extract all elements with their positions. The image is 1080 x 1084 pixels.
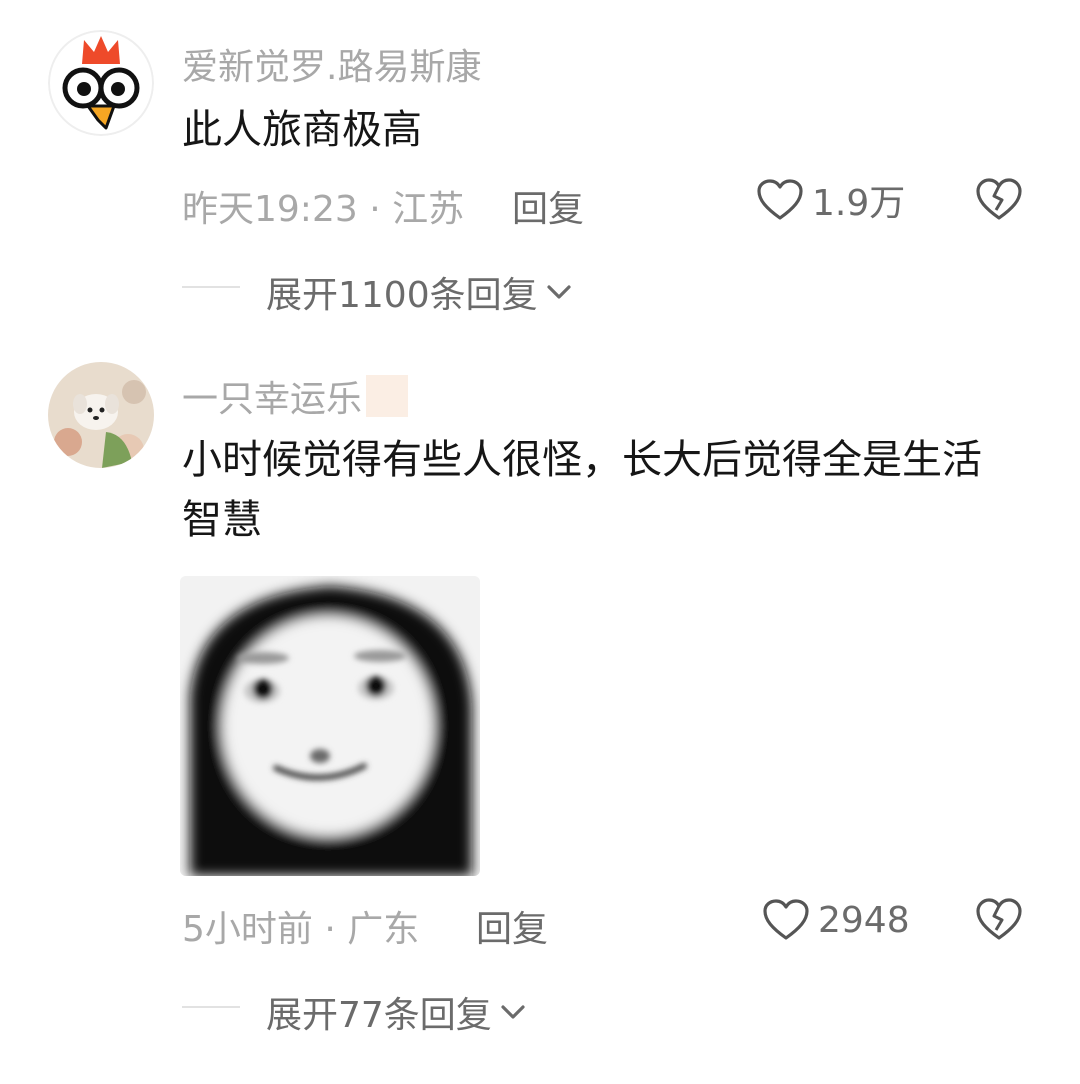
user-avatar[interactable] [48, 362, 154, 468]
timestamp-location: 5小时前 · 广东 [182, 909, 420, 950]
reply-button[interactable]: 回复 [512, 180, 584, 232]
broken-heart-icon[interactable] [976, 896, 1022, 942]
username-emoji-badge [366, 375, 409, 417]
divider-line [182, 286, 240, 288]
like-button[interactable]: 1.9万 [756, 174, 905, 226]
comment-text: 此人旅商极高 [182, 107, 422, 153]
chevron-down-icon [547, 285, 571, 299]
user-avatar[interactable] [48, 30, 154, 136]
like-count: 2948 [818, 899, 910, 941]
comment-image[interactable] [180, 576, 480, 876]
username[interactable]: 一只幸运乐 [182, 370, 409, 422]
heart-icon [763, 899, 809, 940]
like-button[interactable]: 2948 [762, 894, 910, 946]
comment-item: 一只幸运乐 小时候觉得有些人很怪，长大后觉得全是生活智慧 5小时前 · 广东 回… [0, 340, 1080, 1060]
broken-heart-icon[interactable] [976, 176, 1022, 222]
username-text: 一只幸运乐 [182, 379, 363, 420]
expand-replies: 展开1100条回复 [0, 262, 1080, 316]
puppy-avatar-icon [48, 362, 154, 468]
chevron-down-icon [501, 1005, 525, 1019]
reply-button[interactable]: 回复 [476, 900, 548, 952]
heart-icon [757, 179, 803, 220]
expand-replies-button[interactable]: 展开1100条回复 [266, 266, 572, 318]
comment-meta-row: 5小时前 · 广东 回复 2948 [0, 890, 1080, 950]
divider-line [182, 1006, 240, 1008]
timestamp-location: 昨天19:23 · 江苏 [182, 189, 465, 230]
comment-text: 小时候觉得有些人很怪，长大后觉得全是生活智慧 [182, 437, 982, 543]
chicken-avatar-icon [48, 30, 154, 136]
meme-face-icon [180, 576, 480, 876]
comment-item: 爱新觉罗.路易斯康 此人旅商极高 昨天19:23 · 江苏 回复 1.9万 展开… [0, 0, 1080, 340]
expand-replies-label: 展开77条回复 [266, 995, 492, 1036]
username[interactable]: 爱新觉罗.路易斯康 [182, 38, 481, 90]
comment-meta-row: 昨天19:23 · 江苏 回复 1.9万 [0, 170, 1080, 230]
like-count: 1.9万 [812, 183, 906, 224]
expand-replies-button[interactable]: 展开77条回复 [266, 986, 526, 1038]
expand-replies-label: 展开1100条回复 [266, 275, 538, 316]
expand-replies: 展开77条回复 [0, 982, 1080, 1036]
